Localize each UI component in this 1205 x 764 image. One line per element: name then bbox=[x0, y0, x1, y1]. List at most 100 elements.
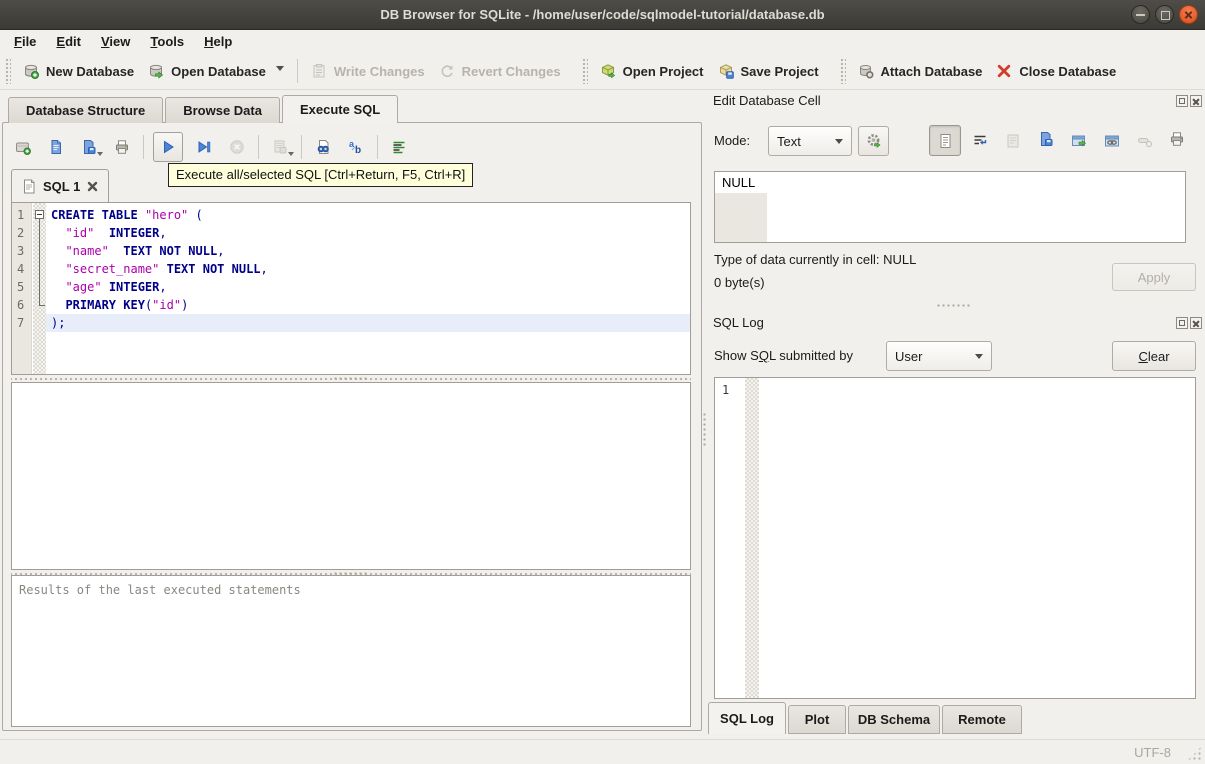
align-lines-icon bbox=[393, 141, 405, 154]
stop-button[interactable] bbox=[225, 134, 249, 160]
filter-label-key: Q bbox=[758, 348, 769, 363]
print-cell-button[interactable] bbox=[1169, 131, 1185, 147]
open-project-button[interactable]: Open Project bbox=[593, 59, 711, 83]
sql-toolbar-separator-2 bbox=[258, 135, 259, 159]
export-window-icon bbox=[1072, 135, 1086, 147]
cell-value-text: NULL bbox=[722, 175, 756, 190]
write-changes-icon bbox=[311, 63, 327, 79]
save-results-dropdown-caret[interactable] bbox=[288, 152, 294, 159]
log-fold-margin bbox=[745, 378, 759, 698]
revert-changes-button[interactable]: Revert Changes bbox=[432, 59, 568, 83]
menu-help[interactable]: Help bbox=[194, 32, 242, 51]
tab-browse-data[interactable]: Browse Data bbox=[165, 97, 280, 123]
execute-all-button[interactable] bbox=[153, 132, 183, 162]
save-project-icon bbox=[718, 63, 734, 79]
open-database-button[interactable]: Open Database bbox=[141, 59, 291, 83]
save-project-button[interactable]: Save Project bbox=[711, 59, 826, 83]
save-sql-dropdown-caret[interactable] bbox=[97, 152, 103, 159]
window-controls bbox=[1131, 5, 1198, 24]
minimize-button[interactable] bbox=[1131, 5, 1150, 24]
write-changes-button[interactable]: Write Changes bbox=[304, 59, 432, 83]
menu-edit[interactable]: Edit bbox=[46, 32, 91, 51]
editor-gutter: 1234567 bbox=[12, 203, 32, 374]
save-file-icon bbox=[84, 140, 96, 154]
copy-link-button[interactable] bbox=[1104, 133, 1120, 149]
editor-code[interactable]: CREATE TABLE "hero" ( "id" INTEGER, "nam… bbox=[46, 203, 690, 374]
auto-switch-mode-button[interactable] bbox=[858, 126, 889, 156]
cell-value-editor[interactable]: NULL bbox=[714, 171, 1186, 243]
edit-cell-float-icon[interactable] bbox=[1176, 95, 1188, 107]
apply-button[interactable]: Apply bbox=[1112, 263, 1196, 291]
sql-toolbar-separator-4 bbox=[377, 135, 378, 159]
play-icon bbox=[164, 140, 174, 154]
dock-tab-remote-label: Remote bbox=[958, 712, 1006, 727]
autocomplete-button[interactable]: ab bbox=[344, 134, 368, 160]
edit-cell-close-icon[interactable] bbox=[1190, 95, 1202, 107]
close-database-label: Close Database bbox=[1019, 63, 1117, 79]
save-sql-file-button[interactable] bbox=[77, 134, 103, 160]
sql-log-float-icon[interactable] bbox=[1176, 317, 1188, 329]
database-open-icon bbox=[148, 63, 164, 79]
word-wrap-button[interactable] bbox=[972, 133, 988, 149]
resize-grip[interactable] bbox=[1187, 746, 1202, 761]
find-replace-button[interactable] bbox=[311, 134, 335, 160]
dock-tab-remote[interactable]: Remote bbox=[942, 705, 1022, 734]
sql-log-view[interactable]: 1 bbox=[714, 377, 1196, 699]
dock-splitter-dots[interactable] bbox=[936, 303, 970, 308]
close-database-button[interactable]: Close Database bbox=[989, 59, 1123, 83]
cell-size-info: 0 byte(s) bbox=[714, 275, 765, 290]
set-null-button[interactable] bbox=[1137, 133, 1153, 149]
new-tab-icon bbox=[16, 142, 31, 155]
dock-tab-sql-log-label: SQL Log bbox=[720, 711, 774, 726]
save-results-button[interactable] bbox=[268, 134, 294, 160]
log-source-combobox[interactable]: User bbox=[886, 341, 992, 371]
close-button[interactable] bbox=[1179, 5, 1198, 24]
dock-tab-plot[interactable]: Plot bbox=[788, 705, 846, 734]
tab-execute-sql[interactable]: Execute SQL bbox=[281, 95, 399, 123]
clear-log-button[interactable]: Clear bbox=[1112, 341, 1196, 371]
execute-line-button[interactable] bbox=[192, 134, 216, 160]
mode-combobox-value: Text bbox=[777, 133, 801, 149]
menu-file[interactable]: File bbox=[4, 32, 46, 51]
sql-log-close-icon[interactable] bbox=[1190, 317, 1202, 329]
middle-pane[interactable] bbox=[11, 382, 691, 570]
menu-tools[interactable]: Tools bbox=[140, 32, 194, 51]
mode-combobox[interactable]: Text bbox=[768, 126, 852, 156]
menu-view[interactable]: View bbox=[91, 32, 140, 51]
toolbar-separator bbox=[296, 59, 298, 83]
printer-icon bbox=[116, 140, 128, 154]
text-document-icon bbox=[940, 133, 950, 148]
results-pane[interactable]: Results of the last executed statements bbox=[11, 575, 691, 727]
sql-document-tab[interactable]: SQL 1 bbox=[11, 169, 110, 202]
import-cell-button[interactable] bbox=[1004, 131, 1022, 151]
clear-button-label: Clear bbox=[1138, 348, 1170, 364]
open-database-dropdown-caret[interactable] bbox=[275, 66, 284, 75]
maximize-button[interactable] bbox=[1155, 5, 1174, 24]
attach-database-icon bbox=[858, 63, 874, 79]
fold-collapse-icon[interactable] bbox=[35, 210, 44, 219]
toolbar-drag-handle-2[interactable] bbox=[581, 58, 588, 84]
attach-database-button[interactable]: Attach Database bbox=[851, 59, 990, 83]
sql-editor[interactable]: 1234567 CREATE TABLE "hero" ( "id" INTEG… bbox=[11, 202, 691, 375]
open-in-external-button[interactable] bbox=[1071, 133, 1087, 149]
print-sql-button[interactable] bbox=[110, 134, 134, 160]
filter-label-post: L submitted by bbox=[768, 348, 853, 363]
printer-icon bbox=[1171, 132, 1183, 146]
toolbar-drag-handle[interactable] bbox=[5, 58, 11, 84]
vertical-splitter[interactable] bbox=[702, 412, 707, 448]
text-mode-toggle[interactable] bbox=[929, 125, 961, 156]
new-database-button[interactable]: New Database bbox=[16, 59, 141, 83]
new-sql-tab-button[interactable] bbox=[11, 134, 35, 160]
tab-database-structure[interactable]: Database Structure bbox=[8, 97, 164, 123]
open-sql-file-button[interactable] bbox=[44, 134, 68, 160]
attach-database-label: Attach Database bbox=[880, 63, 983, 79]
close-database-icon bbox=[996, 63, 1012, 79]
format-sql-button[interactable] bbox=[387, 134, 411, 160]
dock-tab-db-schema[interactable]: DB Schema bbox=[848, 705, 940, 734]
export-cell-button[interactable] bbox=[1038, 131, 1054, 147]
mode-label: Mode: bbox=[714, 133, 751, 148]
sql-tab-close-icon[interactable] bbox=[87, 181, 98, 192]
dock-tab-sql-log[interactable]: SQL Log bbox=[708, 702, 786, 734]
toolbar-drag-handle-3[interactable] bbox=[839, 58, 846, 84]
save-as-icon bbox=[1041, 132, 1053, 146]
